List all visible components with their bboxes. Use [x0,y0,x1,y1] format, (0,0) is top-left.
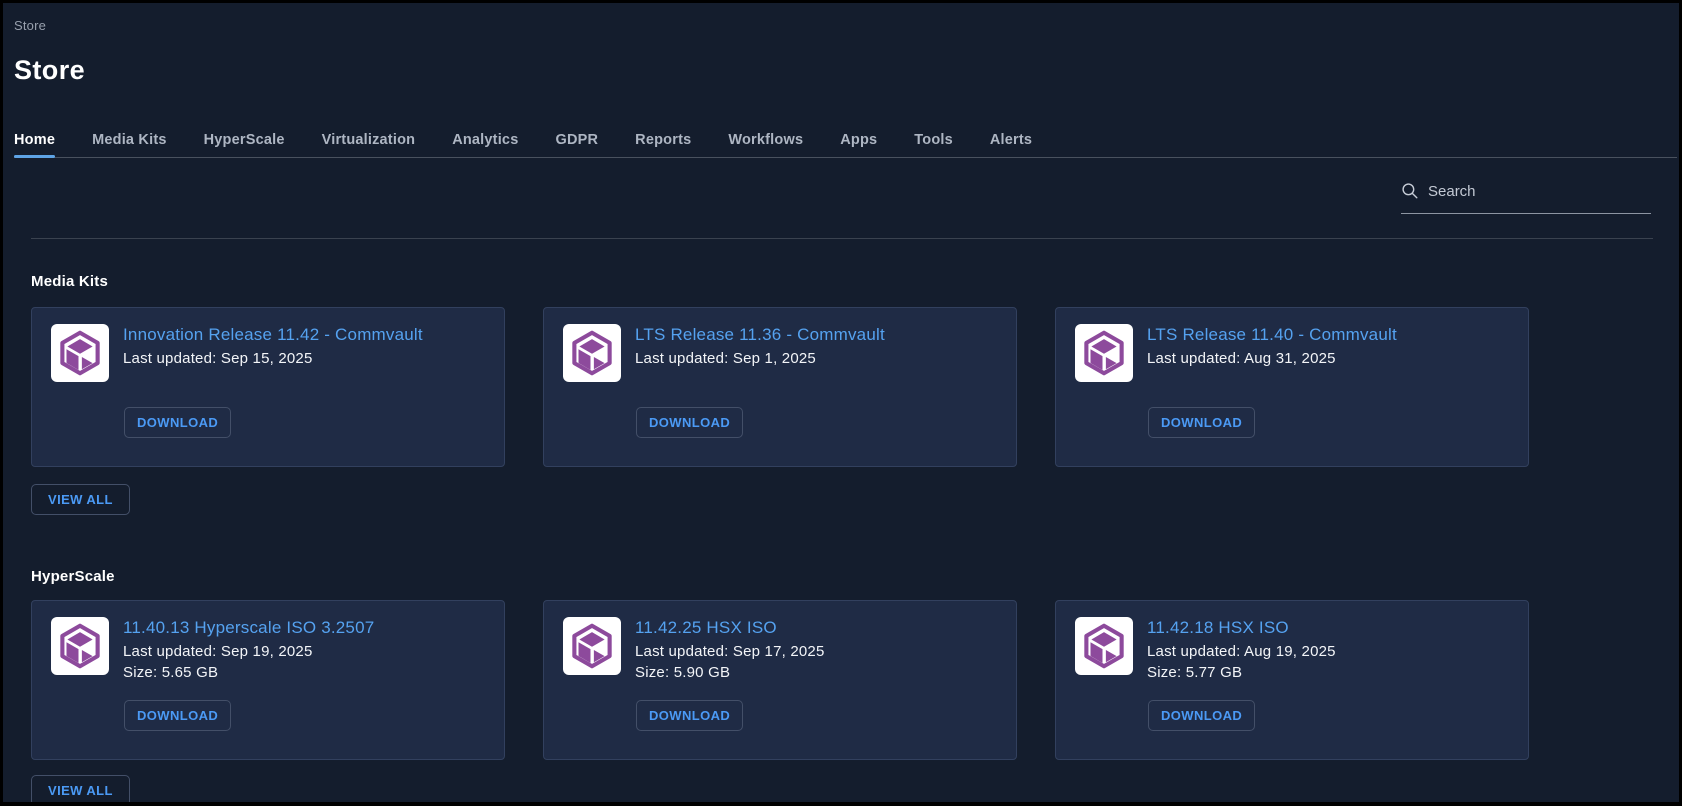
tab-alerts[interactable]: Alerts [990,132,1032,157]
search-icon [1401,182,1419,200]
hyperscale-card-grid: 11.40.13 Hyperscale ISO 3.2507 Last upda… [31,600,1679,760]
search-toolbar [3,182,1651,214]
tab-tools[interactable]: Tools [914,132,953,157]
download-button[interactable]: DOWNLOAD [1148,407,1255,438]
store-page: Store Store Home Media Kits HyperScale V… [0,0,1682,806]
item-size: Size: 5.77 GB [1147,662,1336,683]
package-icon [51,324,109,382]
tab-reports[interactable]: Reports [635,132,691,157]
search-input[interactable] [1428,183,1651,200]
divider [31,238,1653,239]
item-last-updated: Last updated: Aug 31, 2025 [1147,348,1397,369]
item-title-link[interactable]: LTS Release 11.40 - Commvault [1147,325,1397,345]
store-item-card: 11.42.25 HSX ISO Last updated: Sep 17, 2… [543,600,1017,760]
tab-analytics[interactable]: Analytics [452,132,518,157]
package-icon [1075,324,1133,382]
tab-virtualization[interactable]: Virtualization [322,132,416,157]
item-last-updated: Last updated: Sep 1, 2025 [635,348,885,369]
item-last-updated: Last updated: Aug 19, 2025 [1147,641,1336,662]
view-all-media-kits-button[interactable]: VIEW ALL [31,484,130,515]
store-item-card: Innovation Release 11.42 - Commvault Las… [31,307,505,467]
section-heading-hyperscale: HyperScale [31,569,115,585]
download-button[interactable]: DOWNLOAD [1148,700,1255,731]
store-item-card: 11.42.18 HSX ISO Last updated: Aug 19, 2… [1055,600,1529,760]
section-heading-media-kits: Media Kits [31,274,108,290]
tab-home[interactable]: Home [14,132,55,157]
item-title-link[interactable]: 11.42.25 HSX ISO [635,618,777,638]
view-all-hyperscale-button[interactable]: VIEW ALL [31,775,130,806]
item-last-updated: Last updated: Sep 15, 2025 [123,348,423,369]
page-title: Store [14,55,85,85]
package-icon [51,617,109,675]
tab-gdpr[interactable]: GDPR [555,132,598,157]
media-kits-card-grid: Innovation Release 11.42 - Commvault Las… [31,307,1679,467]
item-size: Size: 5.90 GB [635,662,825,683]
item-last-updated: Last updated: Sep 17, 2025 [635,641,825,662]
search-box[interactable] [1401,182,1651,214]
download-button[interactable]: DOWNLOAD [124,407,231,438]
store-item-card: LTS Release 11.40 - Commvault Last updat… [1055,307,1529,467]
item-size: Size: 5.65 GB [123,662,374,683]
tab-workflows[interactable]: Workflows [728,132,803,157]
item-title-link[interactable]: 11.40.13 Hyperscale ISO 3.2507 [123,618,374,638]
package-icon [1075,617,1133,675]
tab-hyperscale[interactable]: HyperScale [204,132,285,157]
store-item-card: 11.40.13 Hyperscale ISO 3.2507 Last upda… [31,600,505,760]
download-button[interactable]: DOWNLOAD [636,700,743,731]
item-title-link[interactable]: Innovation Release 11.42 - Commvault [123,325,423,345]
store-item-card: LTS Release 11.36 - Commvault Last updat… [543,307,1017,467]
item-title-link[interactable]: LTS Release 11.36 - Commvault [635,325,885,345]
download-button[interactable]: DOWNLOAD [124,700,231,731]
item-last-updated: Last updated: Sep 19, 2025 [123,641,374,662]
download-button[interactable]: DOWNLOAD [636,407,743,438]
tab-bar: Home Media Kits HyperScale Virtualizatio… [14,132,1677,158]
package-icon [563,324,621,382]
item-title-link[interactable]: 11.42.18 HSX ISO [1147,618,1289,638]
tab-apps[interactable]: Apps [840,132,877,157]
tab-media-kits[interactable]: Media Kits [92,132,167,157]
package-icon [563,617,621,675]
breadcrumb[interactable]: Store [3,3,46,34]
